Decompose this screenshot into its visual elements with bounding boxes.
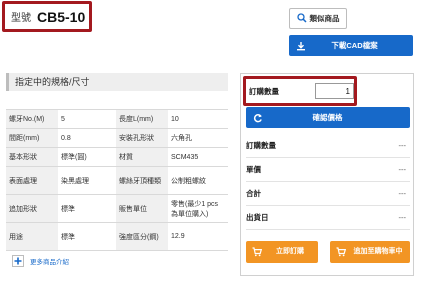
download-icon [295, 40, 306, 51]
add-cart-icon [335, 247, 346, 258]
add-to-cart-button[interactable]: 追加至購物車中 [330, 241, 410, 263]
spec-key: 販售單位 [116, 194, 168, 223]
spec-row: 追加形狀 標準 販售單位 零售(最少1 pcs為單位購入) [6, 194, 228, 223]
spec-key: 長度L(mm) [116, 109, 168, 129]
spec-key: 材質 [116, 147, 168, 167]
spec-value: 染黑處理 [58, 166, 116, 195]
refresh-icon [252, 112, 263, 123]
summary-unit-price: 單價 --- [246, 158, 410, 182]
spec-table: 螺牙No.(M) 5 長度L(mm) 10 間距(mm) 0.8 安裝孔形狀 六… [6, 109, 228, 251]
spec-key: 螺牙No.(M) [6, 109, 58, 129]
confirm-price-button[interactable]: 確認價格 [246, 107, 410, 128]
summary-value: --- [398, 213, 407, 222]
order-now-button[interactable]: 立即訂購 [246, 241, 318, 263]
similar-products-button[interactable]: 類似商品 [289, 8, 347, 29]
more-info-link[interactable]: 更多商品介紹 [12, 255, 69, 267]
model-label: 型號 [11, 13, 31, 24]
spec-key: 安裝孔形狀 [116, 128, 168, 148]
summary-label: 單價 [246, 165, 261, 174]
spec-key: 強度區分(鋼) [116, 222, 168, 251]
model-number-box: 型號 CB5-10 [2, 1, 92, 32]
spec-panel: 指定中的規格/尺寸 螺牙No.(M) 5 長度L(mm) 10 間距(mm) 0… [6, 73, 228, 276]
spec-title: 指定中的規格/尺寸 [6, 73, 228, 91]
summary-ship-date: 出貨日 --- [246, 206, 410, 230]
summary-value: --- [398, 165, 407, 174]
download-cad-button[interactable]: 下載CAD檔案 [289, 35, 413, 56]
spec-row: 用途 標準 強度區分(鋼) 12.9 [6, 222, 228, 251]
spec-row: 表面處理 染黑處理 螺絲牙頂種類 公制粗螺紋 [6, 166, 228, 195]
similar-products-label: 類似商品 [309, 14, 340, 23]
spec-value: 公制粗螺紋 [168, 166, 228, 195]
spec-key: 螺絲牙頂種類 [116, 166, 168, 195]
summary-quantity: 訂購數量 --- [246, 134, 410, 158]
quantity-input[interactable] [315, 83, 354, 99]
summary-label: 出貨日 [246, 213, 269, 222]
quantity-box: 訂購數量 [243, 76, 357, 106]
spec-key: 基本形狀 [6, 147, 58, 167]
spec-value: 六角孔 [168, 128, 228, 148]
spec-value: 12.9 [168, 222, 228, 251]
spec-row: 間距(mm) 0.8 安裝孔形狀 六角孔 [6, 128, 228, 148]
spec-value: 零售(最少1 pcs為單位購入) [168, 194, 228, 223]
spec-key: 表面處理 [6, 166, 58, 195]
more-info-label: 更多商品介紹 [30, 259, 69, 266]
spec-value: 0.8 [58, 128, 116, 148]
confirm-price-label: 確認價格 [312, 113, 343, 122]
summary-label: 合計 [246, 189, 261, 198]
download-cad-label: 下載CAD檔案 [331, 41, 378, 50]
order-now-label: 立即訂購 [276, 248, 304, 255]
spec-value: 標準 [58, 222, 116, 251]
spec-value: 5 [58, 109, 116, 129]
spec-value: 標準 [58, 194, 116, 223]
plus-icon [12, 255, 24, 267]
spec-value: 標準(圓) [58, 147, 116, 167]
spec-key: 間距(mm) [6, 128, 58, 148]
spec-row: 螺牙No.(M) 5 長度L(mm) 10 [6, 109, 228, 129]
summary-label: 訂購數量 [246, 141, 276, 150]
cart-icon [251, 247, 262, 258]
model-value: CB5-10 [37, 8, 86, 25]
quantity-label: 訂購數量 [249, 86, 279, 96]
spec-value: SCM435 [168, 147, 228, 167]
summary-value: --- [398, 189, 407, 198]
add-to-cart-label: 追加至購物車中 [353, 248, 403, 255]
spec-row: 基本形狀 標準(圓) 材質 SCM435 [6, 147, 228, 167]
order-panel: 訂購數量 確認價格 訂購數量 --- 單價 --- 合計 --- 出貨日 ---… [240, 73, 414, 276]
summary-value: --- [398, 141, 407, 150]
summary-total: 合計 --- [246, 182, 410, 206]
spec-value: 10 [168, 109, 228, 129]
spec-key: 追加形狀 [6, 194, 58, 223]
spec-key: 用途 [6, 222, 58, 251]
magnifier-icon [296, 12, 307, 25]
